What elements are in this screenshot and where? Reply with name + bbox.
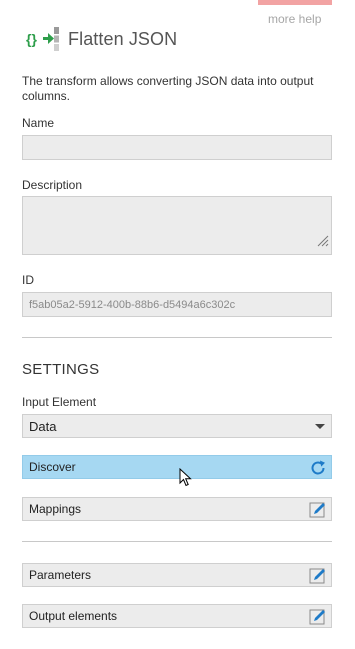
page-title: Flatten JSON bbox=[68, 28, 178, 49]
flatten-json-icon: {} bbox=[26, 25, 60, 53]
input-element-select[interactable]: Data bbox=[22, 414, 332, 438]
description-label: Description bbox=[22, 178, 83, 192]
mouse-cursor-icon bbox=[179, 467, 193, 493]
edit-icon[interactable] bbox=[309, 567, 327, 588]
divider bbox=[22, 541, 332, 542]
name-label: Name bbox=[22, 116, 55, 130]
parameters-button[interactable]: Parameters bbox=[22, 563, 332, 587]
chevron-down-icon[interactable] bbox=[315, 424, 325, 429]
mappings-label: Mappings bbox=[29, 502, 82, 516]
edit-icon[interactable] bbox=[309, 501, 327, 522]
refresh-icon[interactable] bbox=[309, 459, 327, 480]
output-elements-label: Output elements bbox=[29, 609, 118, 623]
mappings-button[interactable]: Mappings bbox=[22, 497, 332, 521]
name-field[interactable] bbox=[22, 135, 332, 160]
header: {} Flatten JSON bbox=[26, 25, 177, 53]
name-input[interactable] bbox=[23, 136, 331, 159]
input-element-value: Data bbox=[29, 418, 57, 434]
transform-description: The transform allows converting JSON dat… bbox=[22, 74, 314, 103]
output-elements-button[interactable]: Output elements bbox=[22, 604, 332, 628]
top-tab[interactable] bbox=[258, 0, 332, 5]
parameters-label: Parameters bbox=[29, 568, 92, 582]
id-field: f5ab05a2-5912-400b-88b6-d5494a6c302c bbox=[22, 292, 332, 317]
description-textarea[interactable] bbox=[23, 197, 331, 254]
discover-label: Discover bbox=[29, 460, 76, 474]
description-field[interactable] bbox=[22, 196, 332, 255]
discover-button[interactable]: Discover bbox=[22, 455, 332, 479]
edit-icon[interactable] bbox=[309, 608, 327, 629]
input-element-label: Input Element bbox=[22, 395, 97, 409]
settings-heading: SETTINGS bbox=[22, 361, 100, 378]
resize-grip-icon[interactable] bbox=[317, 234, 329, 252]
divider bbox=[22, 337, 332, 338]
more-help-link[interactable]: more help bbox=[268, 12, 321, 26]
id-label: ID bbox=[22, 273, 34, 287]
id-value: f5ab05a2-5912-400b-88b6-d5494a6c302c bbox=[29, 298, 236, 311]
svg-text:{}: {} bbox=[26, 31, 37, 47]
